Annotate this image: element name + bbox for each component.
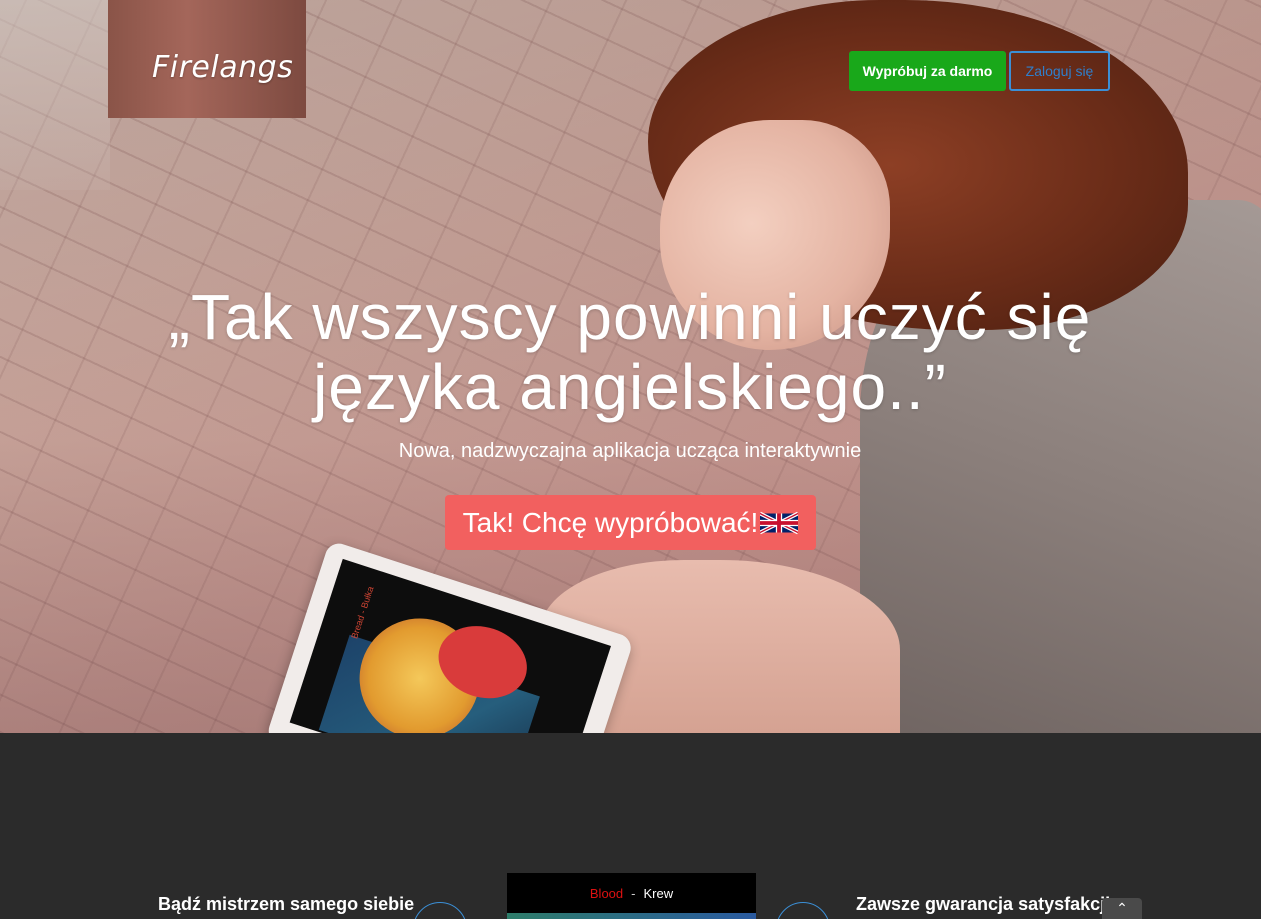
chevron-up-icon: ⌃	[1116, 900, 1128, 916]
cta-try-button[interactable]: Tak! Chcę wypróbować!	[445, 495, 816, 550]
word-english: Blood	[589, 885, 624, 901]
feature-title-right: Zawsze gwarancja satysfakcji	[856, 894, 1111, 914]
word-separator: -	[631, 885, 636, 901]
logo[interactable]: Firelangs	[152, 50, 293, 85]
scroll-top-button[interactable]: ⌃	[1102, 898, 1142, 919]
background-pavement-light	[0, 0, 110, 190]
tablet-image: Bread - Bułka	[265, 540, 635, 733]
phone-word-bar: Blood - Krew	[507, 873, 756, 913]
hero-section: Bread - Bułka Firelangs Wypróbuj za darm…	[0, 0, 1261, 733]
tablet-label: Bread - Bułka	[349, 585, 376, 641]
cta-label: Tak! Chcę wypróbować!	[462, 506, 759, 538]
tablet-screen: Bread - Bułka	[289, 558, 611, 733]
word-polish: Krew	[643, 885, 674, 901]
phone-image-strip	[507, 913, 756, 919]
feature-title-left: Bądź mistrzem samego siebie	[158, 894, 415, 914]
hero-headline: „Tak wszyscy powinni uczyć się języka an…	[168, 281, 1092, 423]
uk-flag-icon	[760, 511, 799, 534]
login-button[interactable]: Zaloguj się	[1009, 51, 1110, 91]
try-free-button[interactable]: Wypróbuj za darmo	[849, 51, 1006, 91]
hero-subheadline: Nowa, nadzwyczajna aplikacja ucząca inte…	[398, 440, 862, 462]
phone-preview: Blood - Krew	[507, 873, 756, 919]
